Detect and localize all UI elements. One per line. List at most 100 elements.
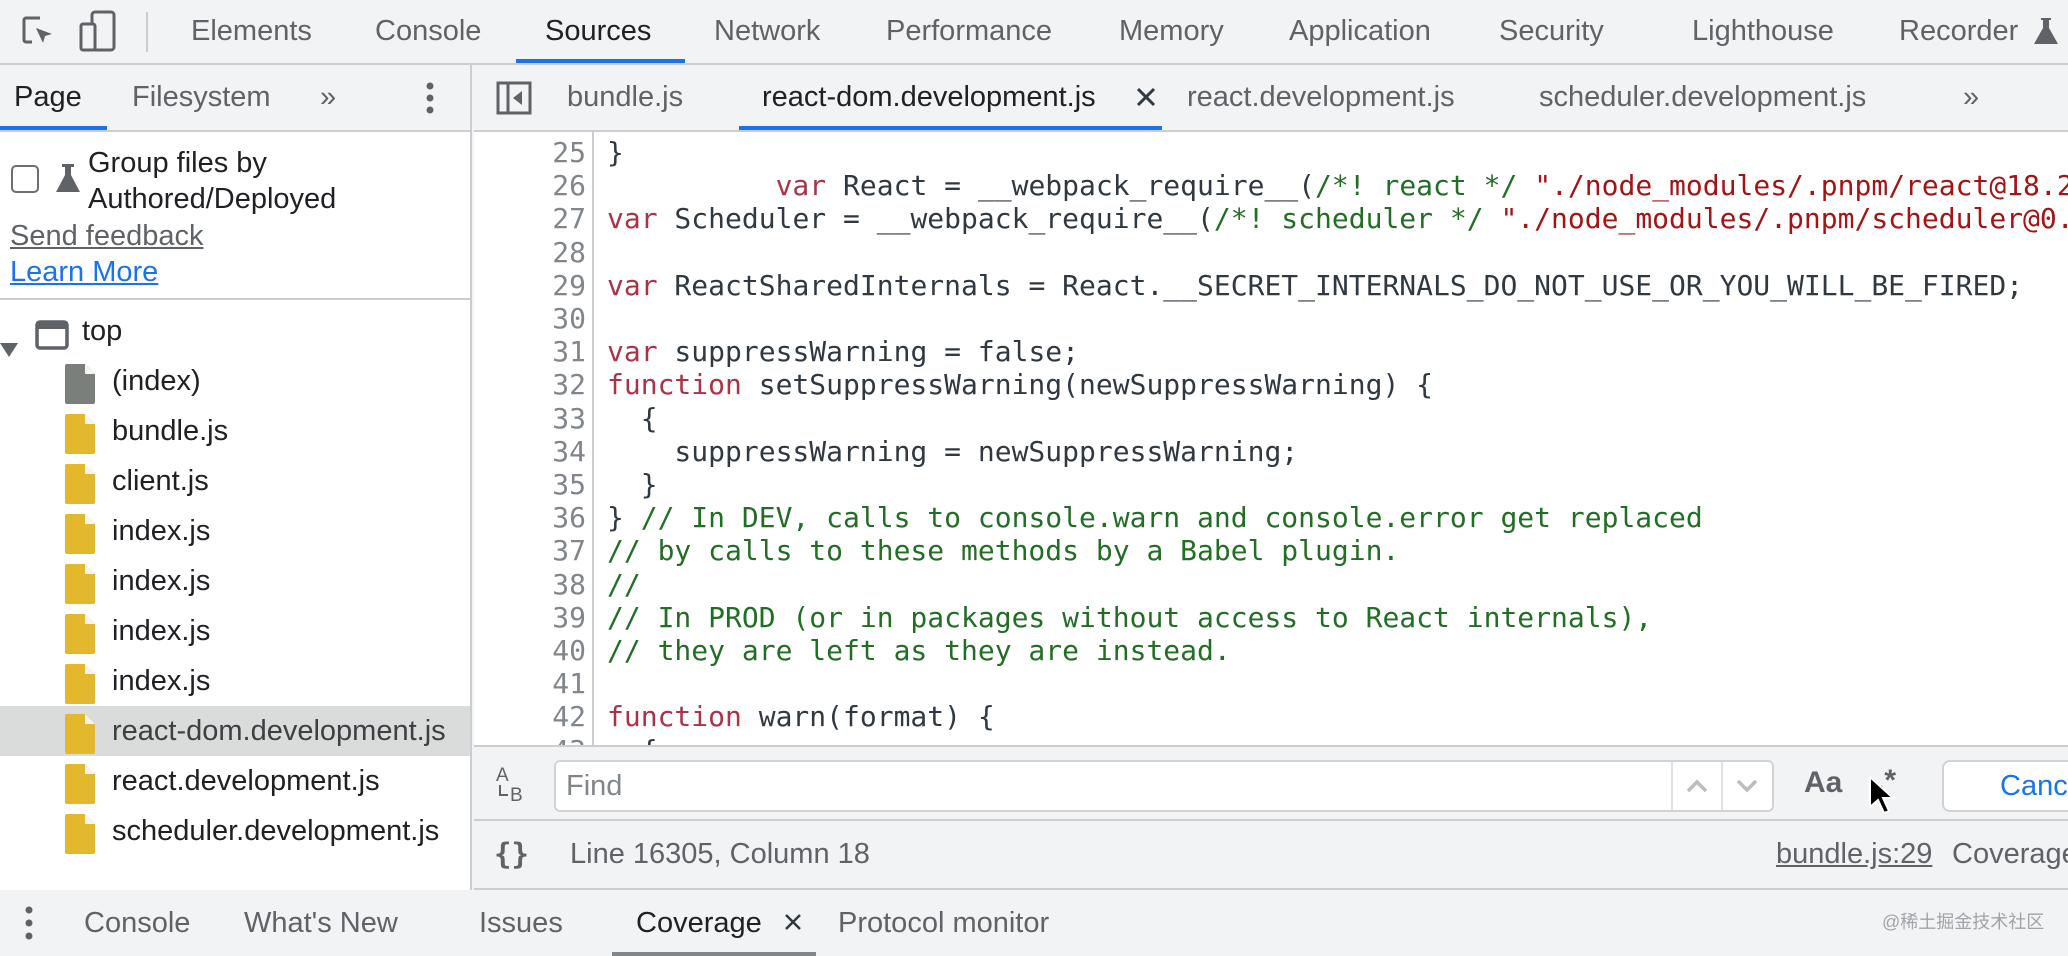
- script-file-icon: [65, 664, 95, 704]
- code-token: }: [607, 501, 641, 535]
- drawer-menu-icon[interactable]: [24, 906, 34, 940]
- tab-performance[interactable]: Performance: [886, 0, 1052, 63]
- cancel-button[interactable]: Cancel: [1942, 760, 2068, 812]
- toggle-navigator-icon[interactable]: [496, 81, 532, 115]
- coverage-status: Coverage: n/a: [1952, 838, 2068, 870]
- editor-tab-react[interactable]: react.development.js: [1187, 65, 1455, 130]
- file-tree-item[interactable]: (index): [0, 356, 470, 406]
- file-tree-item[interactable]: index.js: [0, 556, 470, 606]
- line-number[interactable]: 39: [474, 601, 586, 634]
- drawer-tab-issues[interactable]: Issues: [479, 890, 563, 956]
- editor-tab-scheduler[interactable]: scheduler.development.js: [1539, 65, 1866, 130]
- tab-lighthouse[interactable]: Lighthouse: [1692, 0, 1834, 63]
- active-tab-indicator: [516, 59, 685, 63]
- tab-application[interactable]: Application: [1289, 0, 1431, 63]
- send-feedback-link[interactable]: Send feedback: [10, 218, 203, 254]
- sidebar-tab-filesystem[interactable]: Filesystem: [132, 65, 271, 130]
- line-number[interactable]: 29: [474, 269, 586, 302]
- mouse-cursor-icon: [1868, 774, 1896, 815]
- drawer-tab-coverage[interactable]: Coverage: [636, 890, 762, 956]
- close-tab-icon[interactable]: [1134, 85, 1158, 109]
- line-number[interactable]: 37: [474, 534, 586, 567]
- code-line: 40 // they are left as they are instead.: [474, 634, 2068, 667]
- sidebar-tab-page[interactable]: Page: [14, 65, 82, 130]
- line-number[interactable]: 43: [474, 734, 586, 745]
- file-tree-item[interactable]: react.development.js: [0, 756, 470, 806]
- close-drawer-tab-icon[interactable]: [783, 912, 803, 932]
- svg-text:B: B: [510, 785, 523, 805]
- line-number[interactable]: 35: [474, 468, 586, 501]
- editor-tab-react-dom[interactable]: react-dom.development.js: [762, 65, 1096, 130]
- file-tree-item[interactable]: index.js: [0, 656, 470, 706]
- code-token: warn(format) {: [741, 700, 995, 734]
- expand-triangle-icon[interactable]: [0, 323, 18, 357]
- code-editor[interactable]: 25} 26 var React = __webpack_require__(/*…: [474, 132, 2068, 745]
- editor-active-tab-indicator: [739, 126, 1162, 130]
- line-number[interactable]: 40: [474, 634, 586, 667]
- experiment-flask-icon: [55, 162, 81, 194]
- file-tree-item[interactable]: index.js: [0, 606, 470, 656]
- line-number[interactable]: 32: [474, 368, 586, 401]
- drawer-tab-console[interactable]: Console: [84, 890, 190, 956]
- svg-text:A: A: [496, 765, 509, 786]
- tab-network[interactable]: Network: [714, 0, 820, 63]
- group-files-checkbox[interactable]: [11, 165, 39, 193]
- line-number[interactable]: 26: [474, 169, 586, 202]
- tab-security[interactable]: Security: [1499, 0, 1604, 63]
- line-number[interactable]: 41: [474, 667, 586, 700]
- code-token: }: [607, 468, 658, 501]
- tree-item-top[interactable]: top: [0, 306, 470, 357]
- find-input[interactable]: [556, 762, 1676, 810]
- code-token: suppressWarning = false;: [657, 335, 1080, 369]
- line-number[interactable]: 27: [474, 202, 586, 235]
- line-number[interactable]: 34: [474, 435, 586, 468]
- replace-toggle-icon[interactable]: AB: [494, 763, 534, 806]
- code-comment: // In PROD (or in packages without acces…: [607, 600, 1653, 634]
- code-token: {: [607, 734, 658, 745]
- more-options-icon[interactable]: [424, 81, 436, 115]
- line-number[interactable]: 42: [474, 700, 586, 733]
- more-tabs-button[interactable]: »: [320, 65, 336, 130]
- tab-memory[interactable]: Memory: [1119, 0, 1224, 63]
- line-number[interactable]: 38: [474, 568, 586, 601]
- more-editor-tabs-button[interactable]: »: [1963, 65, 1979, 130]
- sidebar-active-tab-indicator: [0, 126, 107, 130]
- file-tree-item[interactable]: bundle.js: [0, 406, 470, 456]
- editor-tab-bundle[interactable]: bundle.js: [567, 65, 683, 130]
- line-number[interactable]: 36: [474, 501, 586, 534]
- pretty-print-icon[interactable]: {}: [494, 821, 529, 888]
- file-name: scheduler.development.js: [112, 815, 440, 847]
- frame-icon: [35, 316, 69, 350]
- code-line: 31 var suppressWarning = false;: [474, 335, 2068, 368]
- learn-more-link[interactable]: Learn More: [10, 254, 158, 290]
- line-number[interactable]: 30: [474, 302, 586, 335]
- file-tree-item[interactable]: react-dom.development.js: [0, 706, 470, 756]
- find-previous-button[interactable]: [1671, 762, 1721, 810]
- drawer-tab-protocol-monitor[interactable]: Protocol monitor: [838, 890, 1049, 956]
- find-bar: AB Aa .* Cancel: [474, 745, 2068, 821]
- line-number[interactable]: 25: [474, 136, 586, 169]
- find-input-container: [554, 760, 1774, 812]
- line-number[interactable]: 33: [474, 402, 586, 435]
- script-file-icon: [65, 464, 95, 504]
- line-number[interactable]: 31: [474, 335, 586, 368]
- drawer-active-tab-indicator: [612, 952, 816, 956]
- file-tree-item[interactable]: index.js: [0, 506, 470, 556]
- file-tree-item[interactable]: client.js: [0, 456, 470, 506]
- match-case-button[interactable]: Aa: [1804, 759, 1842, 807]
- inspect-element-icon[interactable]: [20, 14, 56, 50]
- code-keyword: function: [607, 700, 742, 734]
- tab-console[interactable]: Console: [375, 0, 481, 63]
- device-toolbar-icon[interactable]: [78, 10, 118, 52]
- tab-sources[interactable]: Sources: [545, 0, 651, 63]
- file-tree-item[interactable]: scheduler.development.js: [0, 806, 470, 856]
- find-next-button[interactable]: [1721, 762, 1771, 810]
- source-map-link[interactable]: bundle.js:29: [1776, 821, 1932, 888]
- drawer-tab-whats-new[interactable]: What's New: [244, 890, 398, 956]
- script-file-icon: [65, 564, 95, 604]
- tab-recorder[interactable]: Recorder: [1899, 0, 2018, 63]
- tab-elements[interactable]: Elements: [191, 0, 312, 63]
- code-text: // In PROD (or in packages without acces…: [607, 601, 1652, 634]
- line-number[interactable]: 28: [474, 236, 586, 269]
